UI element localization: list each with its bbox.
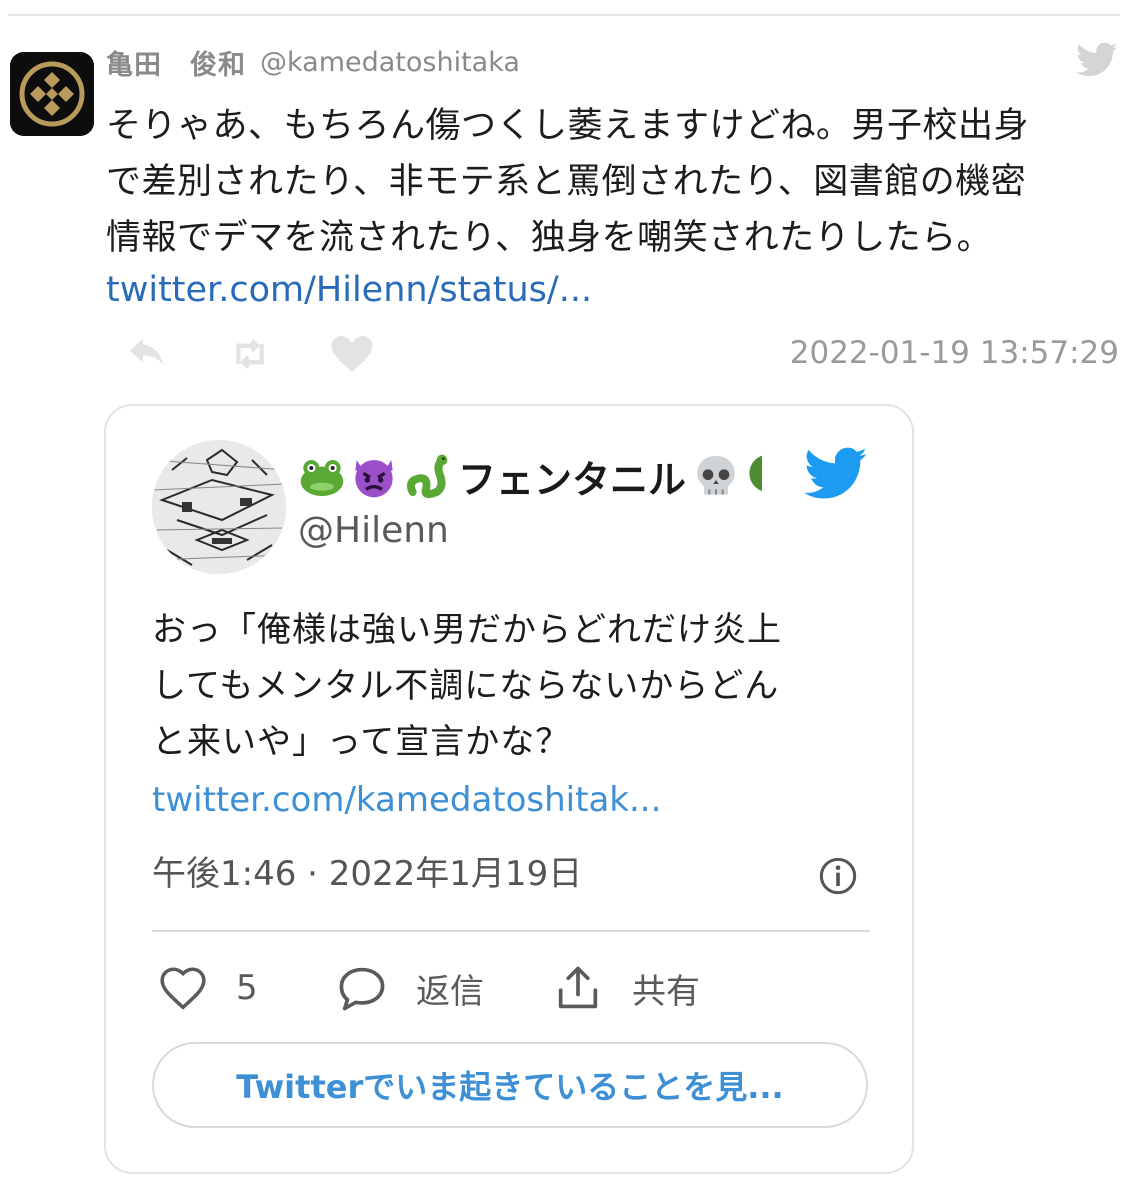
embed-share-button[interactable]: 共有 [552, 962, 700, 1014]
family-crest-icon [10, 52, 94, 136]
share-icon [558, 966, 598, 1009]
embed-text-line: してもメンタル不調にならないからどん [152, 666, 780, 706]
embedded-tweet-card[interactable]: フェンタニル @Hilenn おっ「俺様は強い男だからどれだけ炎上 してもメンタ… [104, 404, 914, 1174]
embed-handle[interactable]: @Hilenn [298, 510, 449, 551]
tweet-text-line: そりゃあ、もちろん傷つくし萎えますけどね。男子校出身 [106, 106, 1030, 146]
embed-link[interactable]: twitter.com/kamedatoshitak... [152, 772, 661, 828]
read-more-on-twitter-button[interactable]: Twitterでいま起きていることを見... [152, 1042, 868, 1128]
author-avatar[interactable] [10, 52, 94, 136]
reply-icon [129, 339, 163, 365]
author-line: 亀田 俊和 @kamedatoshitaka [106, 42, 520, 82]
share-label: 共有 [632, 971, 700, 1012]
heart-icon [160, 967, 206, 1010]
tree-emoji [744, 452, 763, 500]
embed-date[interactable]: 午後1:46 · 2022年1月19日 [152, 852, 582, 896]
manga-illustration-icon [152, 440, 286, 574]
top-divider [8, 14, 1120, 16]
reply-label: 返信 [416, 971, 484, 1012]
like-count: 5 [236, 968, 258, 1008]
snake-emoji [402, 452, 450, 500]
tweet-link[interactable]: twitter.com/Hilenn/status/... [106, 262, 592, 318]
retweet-icon [236, 339, 264, 369]
embed-divider [152, 930, 870, 932]
like-button[interactable] [330, 334, 374, 374]
tweet-text: そりゃあ、もちろん傷つくし萎えますけどね。男子校出身 で差別されたり、非モテ系と… [106, 98, 1116, 266]
twitter-bird-icon[interactable] [1076, 42, 1118, 78]
embed-reply-button[interactable]: 返信 [336, 962, 484, 1014]
info-icon[interactable] [818, 856, 858, 896]
embed-avatar[interactable] [152, 440, 286, 574]
tweet-timestamp[interactable]: 2022-01-19 13:57:29 [790, 333, 1119, 373]
embed-text-line: と来いや」って宣言かな？ [152, 722, 571, 762]
embed-text-line: おっ「俺様は強い男だからどれだけ炎上 [152, 610, 782, 650]
embed-tweet-text: おっ「俺様は強い男だからどれだけ炎上 してもメンタル不調にならないからどん と来… [152, 602, 872, 770]
embed-display-name-text: フェンタニル [458, 457, 687, 502]
tweet-text-line: で差別されたり、非モテ系と罵倒されたり、図書館の機密 [106, 162, 1027, 202]
reply-button[interactable] [126, 334, 170, 374]
embed-display-name[interactable]: フェンタニル [298, 450, 766, 502]
twitter-bird-icon[interactable] [804, 446, 868, 502]
retweet-button[interactable] [228, 334, 272, 374]
angry-devil-emoji [350, 452, 398, 500]
author-name[interactable]: 亀田 俊和 [106, 43, 246, 82]
skull-emoji [692, 452, 740, 500]
embed-like-button[interactable]: 5 [158, 962, 258, 1014]
frog-emoji [298, 452, 346, 500]
like-icon [331, 336, 373, 372]
author-handle[interactable]: @kamedatoshitaka [260, 47, 520, 78]
tweet-text-line: 情報でデマを流されたり、独身を嘲笑されたりしたら。 [106, 218, 993, 258]
speech-bubble-icon [339, 967, 385, 1011]
